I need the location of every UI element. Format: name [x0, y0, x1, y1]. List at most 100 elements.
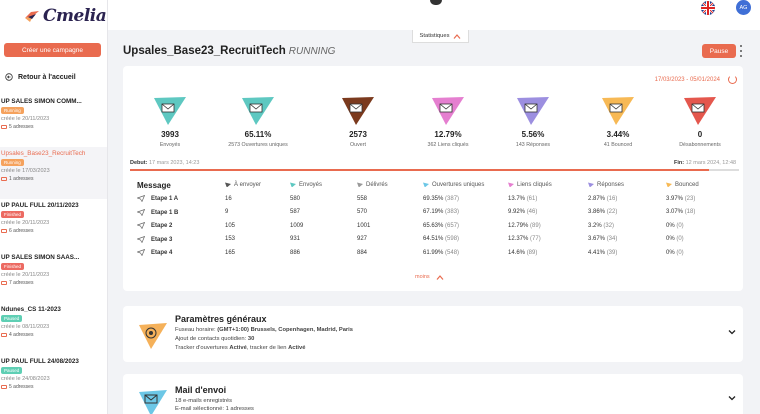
- date-range[interactable]: 17/03/2023 - 05/01/2024: [655, 77, 720, 83]
- mail-icon: [1, 177, 7, 181]
- cell-value: 927: [357, 236, 368, 243]
- cell-count: (383): [445, 209, 460, 216]
- chevron-down-icon[interactable]: [728, 394, 736, 402]
- status-badge: Running: [1, 107, 24, 114]
- table-row[interactable]: Etape 3 153 931 927 64.51% (598) 12.37% (77) 3…: [136, 233, 733, 247]
- campaign-list: UP SALES SIMON COMM... Running créée le 20…: [0, 95, 107, 407]
- daily-contacts-label: Ajout de contacts quotidien:: [175, 336, 247, 342]
- cell-value: 0%: [666, 236, 675, 243]
- statistics-tab[interactable]: Statistiques: [412, 30, 469, 43]
- tracker-label: Tracker d'ouvertures: [175, 345, 228, 351]
- campaign-addresses: 7 adresses: [1, 280, 107, 286]
- cell-value: 884: [357, 249, 368, 256]
- column-header-label: Délivrés: [366, 182, 388, 189]
- mail-section[interactable]: Mail d'envoi 18 e-mails enregistrés E-ma…: [123, 374, 743, 414]
- chevron-down-icon[interactable]: [728, 328, 736, 336]
- column-header-label: Message: [137, 181, 171, 190]
- mail-envelope-icon: [139, 390, 167, 414]
- cell-value: 3.67%: [588, 236, 606, 243]
- column-icon: [588, 182, 594, 188]
- cell-value: 580: [290, 195, 301, 202]
- step-cell: Etape 3: [136, 233, 225, 247]
- cell-value: 14.6%: [508, 249, 526, 256]
- cell-value: 3.2%: [588, 222, 602, 229]
- status-badge: Finished: [1, 211, 25, 218]
- cell-opens: 64.51% (598): [423, 233, 508, 247]
- user-avatar[interactable]: AG: [736, 0, 751, 15]
- timezone-label: Fuseau horaire:: [175, 327, 216, 333]
- pause-button[interactable]: Pause: [702, 44, 736, 58]
- send-plane-icon: [136, 235, 146, 243]
- stats-card: 17/03/2023 - 05/01/2024 3993 Envoyés 65.11…: [123, 66, 743, 291]
- create-campaign-button[interactable]: Créer une campagne: [4, 43, 101, 57]
- stat-label: Envoyés: [159, 142, 181, 148]
- uk-flag-icon[interactable]: [701, 1, 715, 15]
- end-date: Fin: 12 mars 2024, 12:48: [674, 160, 736, 166]
- cell-value: 3.86%: [588, 209, 606, 216]
- chevron-up-icon: [454, 33, 461, 39]
- campaign-item[interactable]: UP PAUL FULL 20/11/2023 Finished créée le …: [0, 199, 107, 251]
- column-header-label: Réponses: [597, 182, 625, 189]
- app-logo[interactable]: Cmelia: [24, 6, 107, 26]
- cell-bounced: 0% (0): [666, 246, 733, 260]
- cell-count: (18): [684, 209, 696, 216]
- table-row[interactable]: Etape 1 A 16 580 558 69.35% (387) 13.7% (61) 2…: [136, 192, 733, 206]
- campaign-item[interactable]: Ndunes_CS 11-2023 Paused créée le 08/11/20…: [0, 303, 107, 355]
- campaign-addresses: 4 adresses: [1, 332, 107, 338]
- cell-clicks: 12.37% (77): [508, 233, 588, 247]
- cell-value: 9: [225, 209, 229, 216]
- column-header: Bounced: [666, 179, 733, 192]
- cell-delivered: 570: [357, 206, 423, 220]
- more-options-icon[interactable]: [739, 45, 743, 57]
- campaign-item[interactable]: Upsales_Base23_RecruitTech Running créée l…: [0, 147, 107, 199]
- campaign-name: UP SALES SIMON SAAS...: [1, 254, 80, 261]
- cell-opens: 65.63% (657): [423, 219, 508, 233]
- cell-delivered: 1001: [357, 219, 423, 233]
- step-name: Etape 2: [151, 223, 173, 230]
- column-header-label: Ouvertures uniques: [432, 182, 485, 189]
- campaign-progress-fill: [130, 169, 709, 171]
- cell-value: 0%: [666, 249, 675, 256]
- daily-contacts-line: Ajout de contacts quotidien: 30: [175, 336, 254, 342]
- cell-count: (548): [445, 249, 460, 256]
- column-header: Ouvertures uniques: [423, 179, 508, 192]
- campaign-item[interactable]: UP SALES SIMON SAAS... Finished créée le 2…: [0, 251, 107, 303]
- column-header-label: Envoyés: [299, 182, 323, 189]
- cell-value: 12.79%: [508, 222, 529, 229]
- collapse-toggle[interactable]: moins: [415, 274, 444, 280]
- table-row[interactable]: Etape 1 B 9 587 570 67.19% (383) 9.92% (46) 3.…: [136, 206, 733, 220]
- sidebar: Cmelia Créer une campagne Retour à l'acc…: [0, 0, 108, 414]
- back-home-link[interactable]: Retour à l'accueil: [5, 73, 76, 81]
- stat-value: 3993: [161, 130, 179, 139]
- back-arrow-icon: [5, 73, 13, 81]
- general-settings-section[interactable]: Paramètres généraux Fuseau horaire: (GMT…: [123, 306, 743, 362]
- cell-replies: 3.86% (22): [588, 206, 666, 220]
- column-icon: [290, 182, 296, 188]
- mail-icon: [1, 385, 7, 389]
- stat-unsubscribe: 0 Désabonnements: [653, 96, 747, 148]
- campaign-item[interactable]: UP SALES SIMON COMM... Running créée le 20…: [0, 95, 107, 147]
- cell-count: (0): [676, 222, 684, 229]
- campaign-date: créée le 24/08/2023: [1, 376, 50, 382]
- step-name: Etape 1 B: [151, 209, 179, 216]
- send-plane-icon: [136, 208, 146, 216]
- cell-value: 165: [225, 249, 236, 256]
- campaign-addresses: 5 adresses: [1, 384, 107, 390]
- mail-selected: E-mail sélectionné: 1 adresses: [175, 406, 254, 412]
- addresses-label: 6 adresses: [9, 228, 34, 234]
- cell-value: 886: [290, 249, 301, 256]
- column-header: Réponses: [588, 179, 666, 192]
- table-row[interactable]: Etape 2 105 1009 1001 65.63% (657) 12.79% (89…: [136, 219, 733, 233]
- cell-delivered: 558: [357, 192, 423, 206]
- campaign-item[interactable]: UP PAUL FULL 24/08/2023 Paused créée le 24…: [0, 355, 107, 407]
- table-row[interactable]: Etape 4 165 886 884 61.99% (548) 14.6% (89) 4.…: [136, 246, 733, 260]
- stat-sent-mail: 3993 Envoyés: [123, 96, 217, 148]
- refresh-icon[interactable]: [728, 75, 737, 84]
- timezone-line: Fuseau horaire: (GMT+1:00) Brussels, Cop…: [175, 327, 353, 333]
- stat-value: 3.44%: [606, 130, 630, 139]
- campaign-name: Ndunes_CS 11-2023: [1, 306, 61, 313]
- status-badge: Paused: [1, 367, 23, 374]
- campaign-addresses: 1 adresses: [1, 176, 107, 182]
- cell-count: (61): [526, 195, 538, 202]
- campaign-progress-bar: [130, 169, 739, 171]
